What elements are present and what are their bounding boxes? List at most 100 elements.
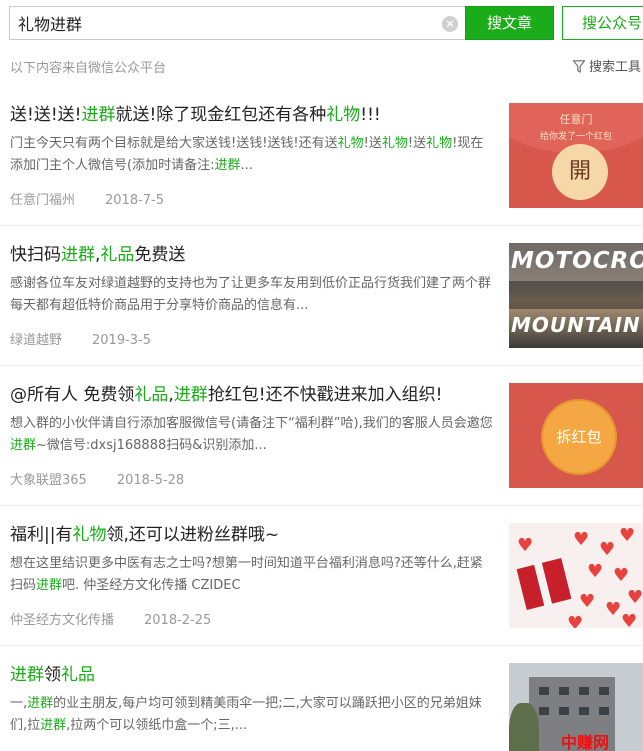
result-thumbnail[interactable]: MOTOCROSS MOUNTAIN BI	[509, 243, 643, 348]
heart-icon: ♥	[587, 561, 604, 582]
text-run: 吧. 仲圣经方文化传播 CZIDEC	[62, 578, 241, 593]
result-thumbnail[interactable]: 中赚网www.zhuan85.com	[509, 663, 643, 751]
highlight-keyword: 进群	[173, 385, 208, 405]
text-run: 感谢各位车友对绿道越野的支持也为了让更多车友用到低价正品行货我们建了两个群每天都…	[10, 276, 492, 313]
account-name-link[interactable]: 大象联盟365	[10, 473, 87, 488]
result-meta: 任意门福州 2018-7-5	[10, 189, 495, 208]
text-run: ~微信号:dxsj168888扫码&识别添加...	[36, 438, 267, 453]
text-run: 免费送	[134, 245, 186, 265]
result-title-link[interactable]: 福利||有礼物领,还可以进粉丝群哦~	[10, 522, 495, 548]
building-window	[579, 687, 589, 695]
highlight-keyword: 礼品	[100, 245, 135, 265]
highlight-keyword: 进群	[10, 665, 44, 685]
text-run: !送	[363, 136, 382, 151]
publish-date: 2018-2-25	[144, 613, 212, 628]
highlight-keyword: 礼物	[72, 525, 107, 545]
result-item: 快扫码进群,礼品免费送感谢各位车友对绿道越野的支持也为了让更多车友用到低价正品行…	[0, 226, 643, 366]
result-summary: 一,进群的业主朋友,每户均可领到精美雨伞一把;二,大家可以踊跃把小区的兄弟姐妹们…	[10, 693, 495, 737]
heart-icon: ♥	[579, 591, 596, 612]
result-summary: 想入群的小伙伴请自行添加客服微信号(请备注下“福利群”哈),我们的客服人员会邀您…	[10, 413, 495, 457]
text-run: 送!送!送!	[10, 105, 82, 125]
text-run: ...	[240, 158, 253, 173]
red-packet-sender: 任意门	[559, 113, 593, 126]
text-run: 一,	[10, 696, 28, 711]
building-window	[559, 687, 569, 695]
highlight-keyword: 进群	[61, 245, 95, 265]
text-run: 抢红包!还不快戳进来加入组织!	[207, 385, 443, 405]
result-item: 福利||有礼物领,还可以进粉丝群哦~ 想在这里结识更多中医有志之士吗?想第一时间知…	[0, 506, 643, 646]
publish-date: 2018-5-28	[116, 473, 185, 488]
result-item: @所有人 免费领礼品,进群抢红包!还不快戳进来加入组织! 想入群的小伙伴请自行添加…	[0, 366, 643, 506]
result-thumbnail[interactable]: 任意门给你发了一个红包開	[509, 103, 643, 208]
search-input[interactable]	[18, 12, 428, 34]
text-run: 快扫码	[10, 245, 61, 265]
highlight-keyword: 礼物	[381, 136, 408, 151]
heart-icon: ♥	[613, 565, 630, 586]
heart-icon: ♥	[599, 539, 616, 560]
publish-date: 2018-7-5	[105, 193, 165, 208]
account-name-link[interactable]: 绿道越野	[10, 333, 62, 348]
highlight-keyword: 礼物	[337, 136, 364, 151]
search-tools-button[interactable]: 搜索工具	[572, 56, 641, 75]
building-window	[559, 707, 569, 715]
result-item: 进群领礼品 一,进群的业主朋友,每户均可领到精美雨伞一把;二,大家可以踊跃把小区的…	[0, 646, 643, 751]
heart-icon: ♥	[517, 535, 534, 556]
open-coin-icon: 開	[552, 144, 608, 200]
result-meta: 大象联盟365 2018-5-28	[10, 469, 495, 488]
text-run: 就送!除了现金红包还有各种	[115, 105, 327, 125]
result-title-link[interactable]: @所有人 免费领礼品,进群抢红包!还不快戳进来加入组织!	[10, 382, 495, 408]
heart-icon: ♥	[573, 529, 590, 550]
highlight-keyword: 进群	[10, 438, 37, 453]
text-run: ,拉两个可以领纸巾盒一个;三,...	[66, 718, 248, 733]
building-window	[539, 707, 549, 715]
result-title-link[interactable]: 快扫码进群,礼品免费送	[10, 242, 495, 268]
result-thumbnail[interactable]: ♥ ♥ ♥ ♥ ♥ ♥ ♥ ♥ ♥ ♥ ♥	[509, 523, 643, 628]
text-run: 领,还可以进粉丝群哦~	[106, 525, 280, 545]
result-meta: 绿道越野 2019-3-5	[10, 329, 495, 348]
building-window	[579, 707, 589, 715]
clear-icon[interactable]: ×	[442, 16, 458, 32]
result-title-link[interactable]: 进群领礼品	[10, 662, 495, 688]
heart-icon: ♥	[567, 613, 584, 629]
watermark-logo: 中赚网	[561, 733, 610, 751]
split-red-packet-icon: 拆红包	[543, 401, 615, 473]
highlight-keyword: 礼品	[61, 665, 95, 685]
thumbnail-caption-top: MOTOCROSS	[511, 248, 643, 274]
highlight-keyword: 礼品	[134, 385, 169, 405]
highlight-keyword: 进群	[214, 158, 241, 173]
heart-icon: ♥	[619, 525, 636, 546]
highlight-keyword: 进群	[27, 696, 54, 711]
heart-icon: ♥	[605, 599, 622, 620]
building-window	[599, 707, 609, 715]
text-run: !!!	[360, 105, 381, 125]
text-run: 门主今天只有两个目标就是给大家送钱!送钱!送钱!还有送	[10, 136, 338, 151]
result-text: 进群领礼品 一,进群的业主朋友,每户均可领到精美雨伞一把;二,大家可以踊跃把小区的…	[10, 662, 495, 751]
result-text: 福利||有礼物领,还可以进粉丝群哦~ 想在这里结识更多中医有志之士吗?想第一时间知…	[10, 522, 495, 628]
text-run: 领	[44, 665, 61, 685]
account-name-link[interactable]: 任意门福州	[10, 193, 75, 208]
search-articles-button[interactable]: 搜文章	[465, 6, 554, 40]
highlight-keyword: 进群	[81, 105, 116, 125]
photo-band	[509, 281, 643, 309]
text-run: 想入群的小伙伴请自行添加客服微信号(请备注下“福利群”哈),我们的客服人员会邀您	[10, 416, 493, 431]
text-run: @所有人 免费领	[10, 385, 135, 405]
search-accounts-button[interactable]: 搜公众号	[562, 6, 643, 40]
result-thumbnail[interactable]: 拆红包	[509, 383, 643, 488]
result-text: @所有人 免费领礼品,进群抢红包!还不快戳进来加入组织! 想入群的小伙伴请自行添加…	[10, 382, 495, 488]
filter-icon	[572, 60, 586, 73]
result-title-link[interactable]: 送!送!送!进群就送!除了现金红包还有各种礼物!!!	[10, 102, 495, 128]
heart-icon: ♥	[621, 611, 638, 629]
text-run: 福利||有	[10, 525, 73, 545]
account-name-link[interactable]: 仲圣经方文化传播	[10, 613, 114, 628]
red-packet-caption: 给你发了一个红包	[539, 132, 612, 142]
result-text: 送!送!送!进群就送!除了现金红包还有各种礼物!!! 门主今天只有两个目标就是给大…	[10, 102, 495, 208]
text-run: !送	[407, 136, 427, 151]
highlight-keyword: 礼物	[426, 136, 453, 151]
building-window	[599, 687, 609, 695]
heart-icon: ♥	[627, 587, 643, 608]
publish-date: 2019-3-5	[92, 333, 152, 348]
result-summary: 门主今天只有两个目标就是给大家送钱!送钱!送钱!还有送礼物!送礼物!送礼物!现在…	[10, 133, 495, 177]
result-summary: 想在这里结识更多中医有志之士吗?想第一时间知道平台福利消息吗?还等什么,赶紧扫码…	[10, 553, 495, 597]
highlight-keyword: 进群	[36, 578, 63, 593]
tree-shape	[509, 703, 539, 751]
